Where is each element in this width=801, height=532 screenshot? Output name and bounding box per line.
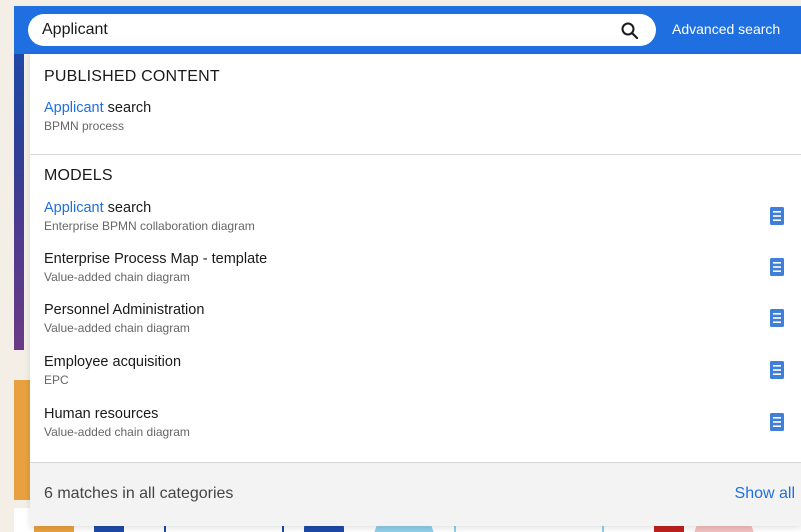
result-type: Value-added chain diagram: [44, 321, 190, 335]
result-title: Applicant search: [44, 200, 152, 216]
search-input[interactable]: [28, 14, 656, 46]
model-result-item[interactable]: Personnel Administration Value-added cha…: [44, 302, 784, 346]
result-type: Enterprise BPMN collaboration diagram: [44, 219, 255, 233]
background-banner: [14, 40, 24, 350]
show-all-link[interactable]: Show all: [735, 485, 795, 503]
model-result-item[interactable]: Employee acquisition EPC: [44, 354, 784, 398]
search-icon[interactable]: [620, 21, 640, 41]
result-type: EPC: [44, 373, 69, 387]
model-result-item[interactable]: Human resources Value-added chain diagra…: [44, 406, 784, 450]
result-title: Applicant search: [44, 100, 152, 116]
result-title: Personnel Administration: [44, 302, 205, 318]
model-file-icon: [770, 207, 784, 225]
result-title: Enterprise Process Map - template: [44, 251, 268, 267]
published-content-heading: PUBLISHED CONTENT: [44, 68, 220, 85]
model-file-icon: [770, 413, 784, 431]
model-file-icon: [770, 361, 784, 379]
match-count: 6 matches in all categories: [44, 485, 234, 502]
result-type: Value-added chain diagram: [44, 425, 190, 439]
advanced-search-link[interactable]: Advanced search: [672, 21, 780, 37]
search-header: Advanced search: [14, 6, 801, 54]
models-heading: MODELS: [44, 167, 113, 184]
model-result-item[interactable]: Applicant search Enterprise BPMN collabo…: [44, 200, 784, 244]
model-result-item[interactable]: Enterprise Process Map - template Value-…: [44, 251, 784, 295]
model-file-icon: [770, 258, 784, 276]
search-results-dropdown: PUBLISHED CONTENT Applicant search BPMN …: [30, 54, 801, 526]
results-footer: 6 matches in all categories Show all: [30, 462, 801, 526]
result-title: Employee acquisition: [44, 354, 182, 370]
result-title: Human resources: [44, 406, 159, 422]
result-type: BPMN process: [44, 119, 125, 133]
published-result-item[interactable]: Applicant search BPMN process: [44, 100, 784, 144]
section-divider: [30, 154, 801, 155]
model-file-icon: [770, 309, 784, 327]
result-type: Value-added chain diagram: [44, 270, 190, 284]
background-page-edge: [0, 0, 14, 532]
